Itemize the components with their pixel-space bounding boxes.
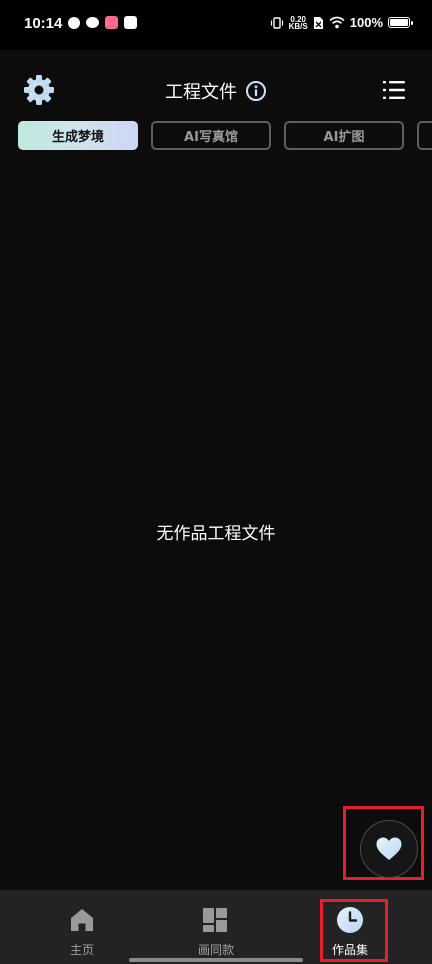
grid-icon [203,908,227,932]
app-header: 工程文件 [0,50,432,130]
tab-dream-generation[interactable]: 生成梦境 [18,121,138,150]
app-notification-icon [86,17,99,28]
list-icon[interactable] [382,78,406,102]
title-group: 工程文件 [0,78,432,104]
network-speed-unit: KB/S [288,21,308,31]
tab-more[interactable] [417,121,432,150]
status-indicators: 0.20 KB/S 100% [270,15,413,31]
nav-label-draw-same: 画同款 [197,943,234,957]
status-time: 10:14 [24,15,63,32]
status-app-icons [68,16,137,29]
battery-percentage: 100% [349,15,383,30]
favorite-button[interactable] [360,820,418,878]
wifi-icon [329,16,345,29]
home-icon [71,909,93,931]
sim-icon [313,16,323,29]
tab-ai-outpaint[interactable]: AI扩图 [284,121,404,150]
nav-item-draw-same[interactable]: 画同款 [144,890,288,964]
network-speed: 0.20 KB/S [288,15,308,31]
app-notification-icon [105,16,118,29]
info-icon[interactable] [245,80,267,102]
home-indicator[interactable] [129,958,303,962]
status-bar: 10:14 0.20 KB/S 100% [0,0,432,50]
category-tabs: 生成梦境 AI写真馆 AI扩图 [18,121,432,150]
app-notification-icon [68,16,80,29]
heart-icon [376,837,402,860]
vibrate-icon [270,16,283,29]
page-title: 工程文件 [165,82,237,103]
empty-state-message: 无作品工程文件 [156,524,276,544]
nav-item-home[interactable]: 主页 [10,890,154,964]
nav-label-home: 主页 [69,943,94,957]
highlight-box [320,899,388,962]
tab-ai-portrait[interactable]: AI写真馆 [151,121,271,150]
app-notification-icon [124,16,137,29]
battery-icon [388,17,413,28]
